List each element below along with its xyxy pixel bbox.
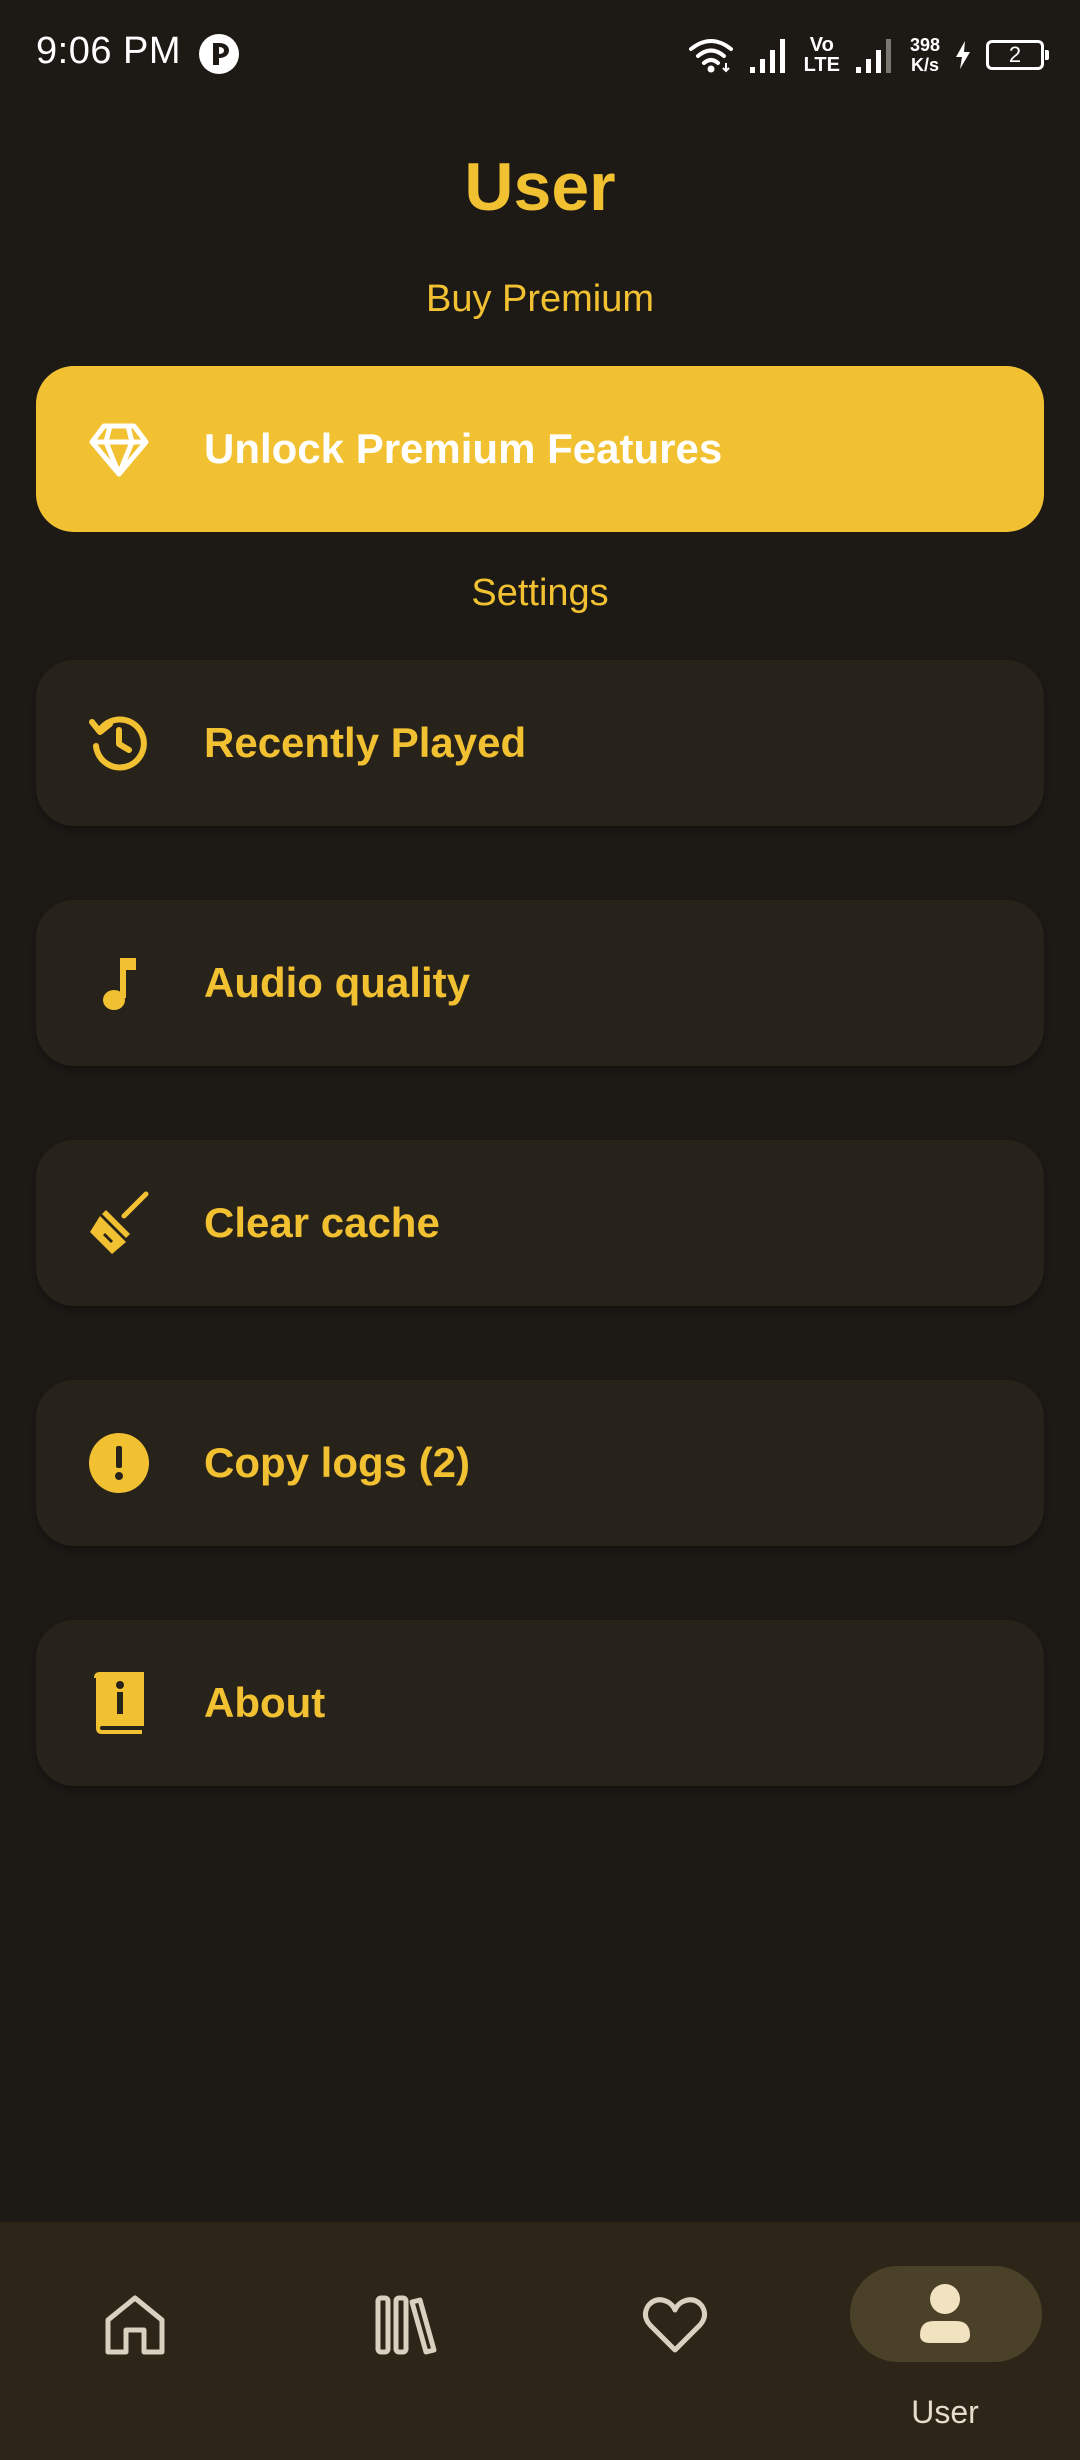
history-icon bbox=[89, 716, 147, 771]
settings-item-label: About bbox=[204, 1679, 326, 1726]
app-notification-icon bbox=[199, 34, 239, 74]
nav-item-favorites[interactable] bbox=[540, 2222, 810, 2460]
user-icon bbox=[920, 2284, 970, 2343]
network-speed-value: 398 bbox=[909, 35, 940, 55]
info-book-icon bbox=[94, 1672, 144, 1734]
signal-strength-icon bbox=[749, 39, 785, 73]
unlock-premium-button[interactable]: Unlock Premium Features bbox=[36, 366, 1044, 532]
home-icon bbox=[105, 2295, 165, 2355]
settings-item-clear-cache[interactable]: Clear cache bbox=[36, 1140, 1044, 1306]
nav-label-user: User bbox=[911, 2394, 979, 2430]
settings-item-label: Recently Played bbox=[204, 719, 527, 766]
battery-indicator: 2 bbox=[986, 40, 1049, 70]
nav-item-user[interactable]: User bbox=[810, 2222, 1080, 2460]
library-icon bbox=[375, 2295, 437, 2355]
settings-item-label: Clear cache bbox=[204, 1199, 440, 1246]
volte-label-top: Vo bbox=[809, 34, 834, 56]
settings-item-recently-played[interactable]: Recently Played bbox=[36, 660, 1044, 826]
settings-item-label: Copy logs (2) bbox=[204, 1439, 471, 1486]
volte-indicator: Vo LTE bbox=[804, 35, 840, 75]
section-label-settings: Settings bbox=[471, 572, 609, 614]
settings-item-audio-quality[interactable]: Audio quality bbox=[36, 900, 1044, 1066]
status-time: 9:06 PM bbox=[36, 30, 182, 72]
alert-circle-icon bbox=[89, 1433, 149, 1493]
status-icons: Vo LTE 398 K/s 2 bbox=[688, 30, 1049, 80]
page-title: User bbox=[464, 149, 616, 225]
settings-item-copy-logs[interactable]: Copy logs (2) bbox=[36, 1380, 1044, 1546]
broom-icon bbox=[90, 1191, 149, 1254]
heart-icon bbox=[642, 2297, 708, 2353]
network-speed-unit: K/s bbox=[910, 55, 939, 75]
wifi-icon bbox=[688, 39, 733, 73]
signal-strength-2-icon bbox=[855, 39, 891, 73]
unlock-premium-label: Unlock Premium Features bbox=[204, 425, 723, 472]
charging-bolt-icon bbox=[956, 41, 970, 69]
music-note-icon bbox=[103, 958, 136, 1010]
bottom-navigation: User bbox=[0, 2222, 1080, 2460]
volte-label-bottom: LTE bbox=[803, 54, 840, 76]
settings-item-label: Audio quality bbox=[204, 959, 470, 1006]
network-speed: 398 K/s bbox=[910, 35, 940, 75]
settings-item-about[interactable]: About bbox=[36, 1620, 1044, 1786]
diamond-icon bbox=[89, 423, 149, 477]
section-label-buy-premium: Buy Premium bbox=[425, 278, 655, 320]
nav-item-home[interactable] bbox=[0, 2222, 270, 2460]
nav-item-library[interactable] bbox=[270, 2222, 540, 2460]
status-bar: 9:06 PM Vo LTE 398 K/s 2 bbox=[0, 0, 1080, 110]
